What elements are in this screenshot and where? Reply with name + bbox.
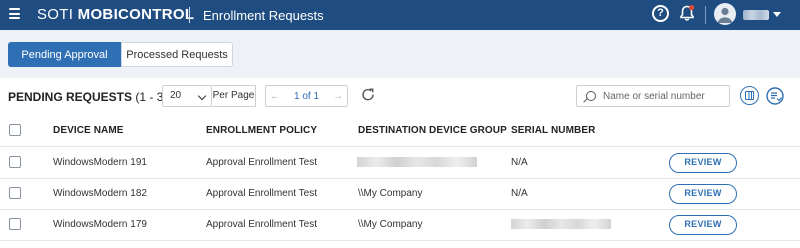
device-name-cell[interactable]: WindowsModern 182 <box>53 188 147 199</box>
row-divider <box>0 178 800 179</box>
help-icon[interactable]: ? <box>652 5 669 22</box>
per-page-select[interactable]: 20 <box>162 85 212 107</box>
serial-cell: N/A <box>511 157 528 168</box>
row-checkbox[interactable] <box>9 156 21 168</box>
brand-divider <box>189 7 190 23</box>
policy-cell: Approval Enrollment Test <box>206 219 317 230</box>
group-cell-redacted <box>357 157 477 167</box>
policy-cell: Approval Enrollment Test <box>206 157 317 168</box>
column-header-serial-number[interactable]: SERIAL NUMBER <box>511 125 595 136</box>
row-checkbox[interactable] <box>9 218 21 230</box>
device-name-cell[interactable]: WindowsModern 191 <box>53 157 147 168</box>
device-name-cell[interactable]: WindowsModern 179 <box>53 219 147 230</box>
search-icon <box>586 91 596 101</box>
next-page-arrow-icon[interactable]: → <box>329 91 347 102</box>
brand-logo: SOTI MOBICONTROL <box>37 6 195 23</box>
serial-cell-redacted <box>511 219 611 229</box>
row-checkbox[interactable] <box>9 187 21 199</box>
column-header-device-name[interactable]: DEVICE NAME <box>53 125 124 136</box>
review-button[interactable]: REVIEW <box>669 153 737 173</box>
pagination: ← 1 of 1 → <box>265 85 348 107</box>
row-divider <box>0 146 800 147</box>
review-button[interactable]: REVIEW <box>669 215 737 235</box>
review-button[interactable]: REVIEW <box>669 184 737 204</box>
page-indicator: 1 of 1 <box>293 90 320 102</box>
page-title: Enrollment Requests <box>203 8 324 23</box>
row-divider <box>0 240 800 241</box>
prev-page-arrow-icon[interactable]: ← <box>266 91 284 102</box>
hamburger-menu-icon[interactable] <box>9 8 20 19</box>
refresh-icon[interactable] <box>361 88 375 102</box>
chevron-down-icon <box>197 91 207 101</box>
bell-icon[interactable] <box>678 4 696 22</box>
column-header-destination-group[interactable]: DESTINATION DEVICE GROUP <box>358 125 507 136</box>
row-divider <box>0 209 800 210</box>
username-redacted <box>743 10 769 20</box>
column-header-enrollment-policy[interactable]: ENROLLMENT POLICY <box>206 125 317 136</box>
user-avatar-icon[interactable] <box>714 3 736 25</box>
columns-icon[interactable] <box>740 86 759 105</box>
top-bar-divider <box>705 6 706 24</box>
tab-processed-requests[interactable]: Processed Requests <box>121 42 233 67</box>
search-input[interactable] <box>603 88 727 104</box>
select-all-checkbox[interactable] <box>9 124 21 136</box>
per-page-label: Per Page <box>212 85 256 107</box>
chevron-down-icon[interactable] <box>773 12 781 17</box>
serial-cell: N/A <box>511 188 528 199</box>
top-nav-bar: SOTI MOBICONTROL Enrollment Requests ? <box>0 0 800 30</box>
policy-cell: Approval Enrollment Test <box>206 188 317 199</box>
tab-pending-approval[interactable]: Pending Approval <box>8 42 121 67</box>
group-cell: \\My Company <box>358 219 423 230</box>
search-field[interactable] <box>576 85 730 107</box>
export-list-icon[interactable] <box>766 87 784 105</box>
group-cell: \\My Company <box>358 188 423 199</box>
